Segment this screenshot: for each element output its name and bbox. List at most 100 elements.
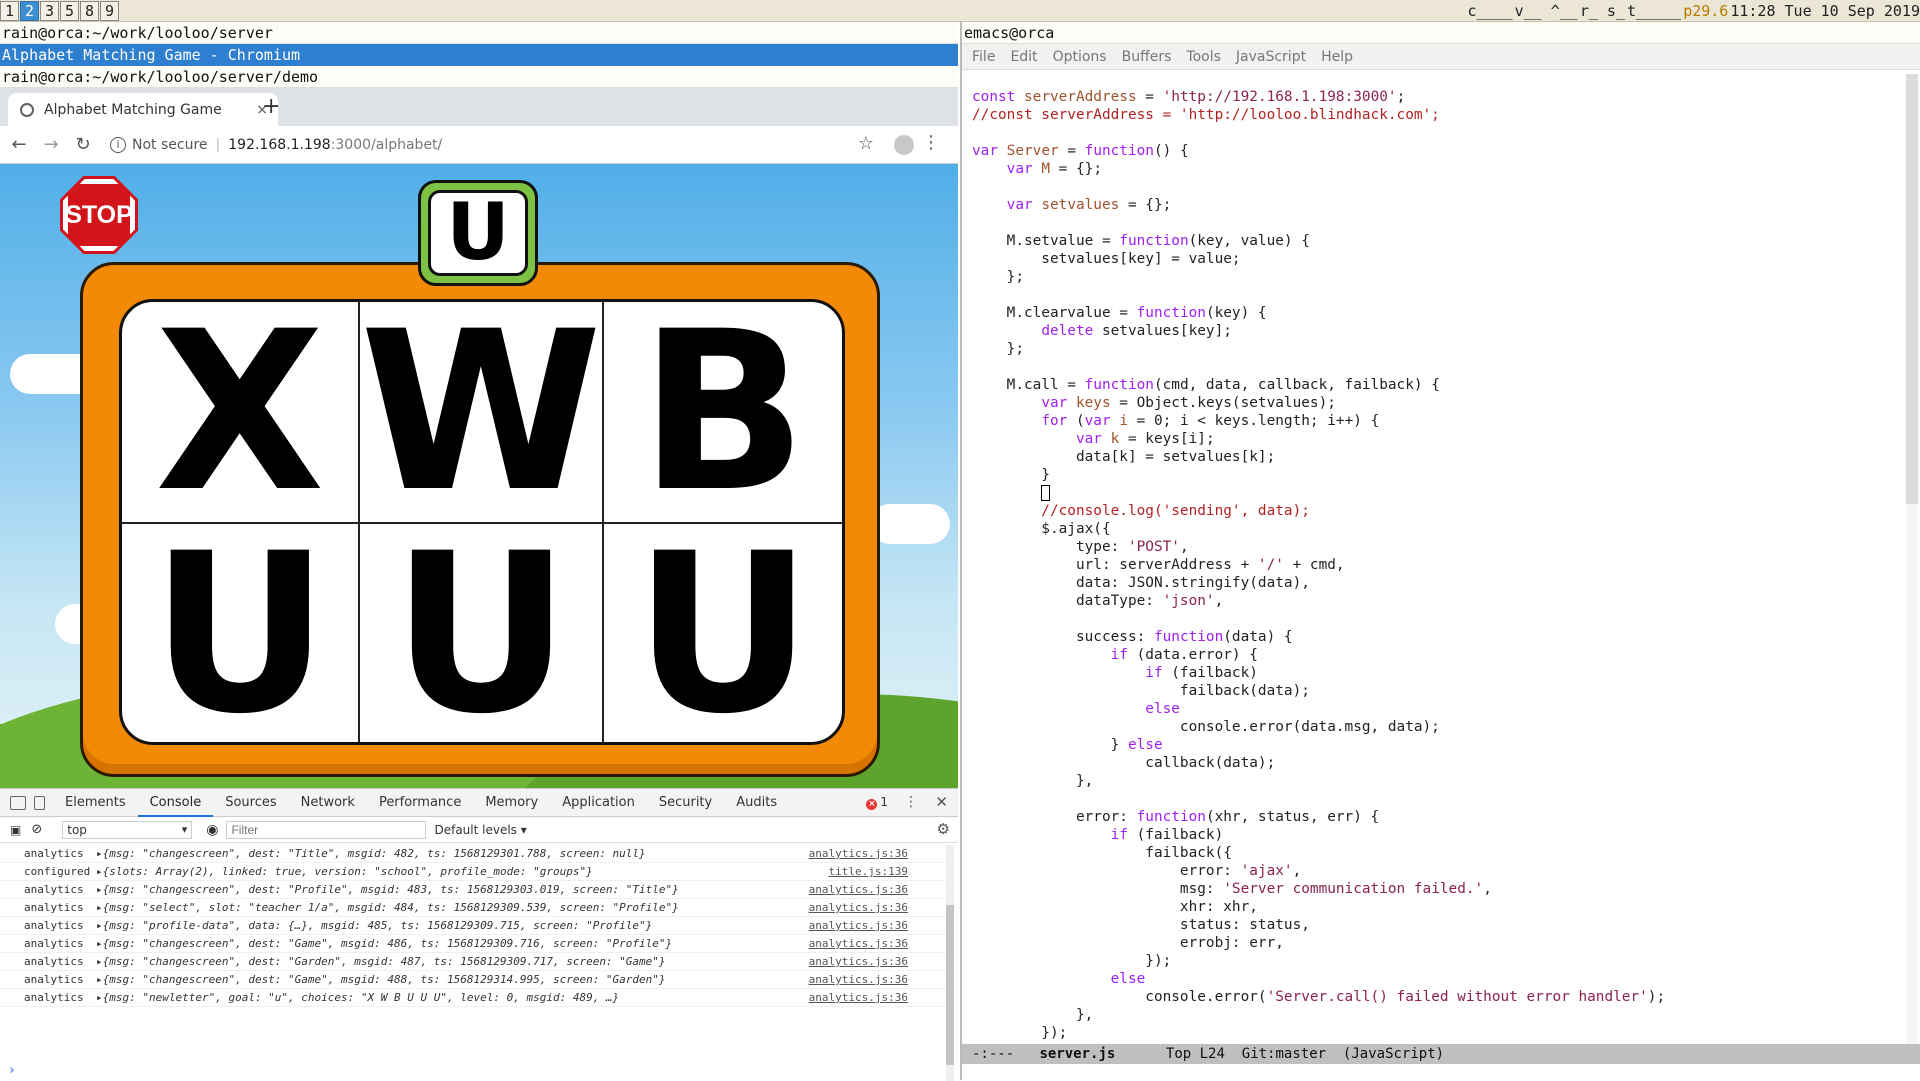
code-line[interactable] — [972, 178, 1902, 196]
letter-cell[interactable]: B — [604, 302, 842, 524]
code-line[interactable]: status: status, — [972, 916, 1902, 934]
console-log-row[interactable]: analytics ▸{msg: "select", slot: "teacher… — [0, 899, 946, 917]
code-line[interactable]: errobj: err, — [972, 934, 1902, 952]
not-secure-label[interactable]: Not secure — [132, 137, 208, 153]
devtools-tab-performance[interactable]: Performance — [367, 789, 473, 817]
code-line[interactable]: console.error('Server.call() failed with… — [972, 988, 1902, 1006]
devtools-tab-console[interactable]: Console — [137, 789, 214, 817]
devtools-tab-network[interactable]: Network — [289, 789, 367, 817]
profile-avatar-icon[interactable] — [894, 135, 914, 155]
code-line[interactable]: }); — [972, 952, 1902, 970]
emacs-menu-help[interactable]: Help — [1321, 49, 1353, 65]
browser-menu-icon[interactable]: ⋮ — [922, 132, 940, 153]
code-line[interactable]: if (failback) — [972, 664, 1902, 682]
log-levels-dropdown[interactable]: Default levels ▾ — [434, 823, 526, 837]
code-editor[interactable]: const serverAddress = 'http://192.168.1.… — [972, 88, 1902, 1048]
stop-button[interactable]: STOP — [60, 176, 138, 254]
workspace-button-9[interactable]: 9 — [100, 1, 119, 21]
code-line[interactable]: setvalues[key] = value; — [972, 250, 1902, 268]
code-line[interactable]: success: function(data) { — [972, 628, 1902, 646]
code-line[interactable]: } — [972, 466, 1902, 484]
terminal-title-2[interactable]: rain@orca:~/work/looloo/server/demo — [0, 66, 958, 88]
console-prompt[interactable]: › — [8, 1063, 16, 1078]
context-selector[interactable]: top — [62, 820, 193, 839]
code-line[interactable]: //const serverAddress = 'http://looloo.b… — [972, 106, 1902, 124]
console-log-row[interactable]: configured ▸{slots: Array(2), linked: tru… — [0, 863, 946, 881]
code-line[interactable]: failback({ — [972, 844, 1902, 862]
code-line[interactable]: }; — [972, 268, 1902, 286]
terminal-title-1[interactable]: rain@orca:~/work/looloo/server — [0, 22, 958, 44]
log-file[interactable]: analytics.js:36 — [809, 845, 908, 862]
forward-icon[interactable]: → — [38, 134, 64, 155]
console-log-row[interactable]: analytics ▸{msg: "profile-data", data: {…… — [0, 917, 946, 935]
chromium-window-title[interactable]: Alphabet Matching Game - Chromium — [0, 44, 958, 66]
console-scrollbar[interactable] — [946, 845, 954, 1081]
code-line[interactable] — [972, 124, 1902, 142]
code-line[interactable] — [972, 790, 1902, 808]
code-line[interactable]: else — [972, 700, 1902, 718]
code-line[interactable]: var k = keys[i]; — [972, 430, 1902, 448]
live-expression-eye-icon[interactable]: ◉ — [206, 822, 218, 838]
code-line[interactable] — [972, 286, 1902, 304]
code-line[interactable]: $.ajax({ — [972, 520, 1902, 538]
code-line[interactable]: M.clearvalue = function(key) { — [972, 304, 1902, 322]
code-line[interactable]: if (failback) — [972, 826, 1902, 844]
code-line[interactable]: }, — [972, 772, 1902, 790]
console-log-row[interactable]: analytics ▸{msg: "changescreen", dest: "T… — [0, 845, 946, 863]
scrollbar-thumb[interactable] — [1906, 74, 1918, 504]
letter-cell[interactable]: U — [360, 524, 605, 742]
code-line[interactable]: msg: 'Server communication failed.', — [972, 880, 1902, 898]
log-file[interactable]: analytics.js:36 — [809, 917, 908, 934]
emacs-title[interactable]: emacs@orca — [962, 22, 1920, 44]
workspace-button-3[interactable]: 3 — [40, 1, 59, 21]
devtools-tab-memory[interactable]: Memory — [473, 789, 550, 817]
code-line[interactable]: var Server = function() { — [972, 142, 1902, 160]
code-line[interactable]: var setvalues = {}; — [972, 196, 1902, 214]
code-line[interactable]: }, — [972, 1006, 1902, 1024]
code-line[interactable]: dataType: 'json', — [972, 592, 1902, 610]
letter-cell[interactable]: U — [604, 524, 842, 742]
code-line[interactable]: delete setvalues[key]; — [972, 322, 1902, 340]
devtools-tab-security[interactable]: Security — [647, 789, 724, 817]
code-line[interactable]: xhr: xhr, — [972, 898, 1902, 916]
devtools-menu-icon[interactable]: ⋮ — [904, 794, 918, 810]
code-line[interactable]: console.error(data.msg, data); — [972, 718, 1902, 736]
emacs-menu-file[interactable]: File — [972, 49, 995, 65]
console-log-row[interactable]: analytics ▸{msg: "changescreen", dest: "P… — [0, 881, 946, 899]
devtools-tab-audits[interactable]: Audits — [724, 789, 789, 817]
devtools-tab-elements[interactable]: Elements — [53, 789, 138, 817]
back-icon[interactable]: ← — [6, 134, 32, 155]
code-line[interactable]: if (data.error) { — [972, 646, 1902, 664]
log-file[interactable]: analytics.js:36 — [809, 971, 908, 988]
console-log-row[interactable]: analytics ▸{msg: "changescreen", dest: "G… — [0, 971, 946, 989]
devtools-tab-application[interactable]: Application — [550, 789, 647, 817]
emacs-menu-buffers[interactable]: Buffers — [1122, 49, 1172, 65]
console-log-row[interactable]: analytics ▸{msg: "changescreen", dest: "G… — [0, 953, 946, 971]
code-line[interactable]: error: 'ajax', — [972, 862, 1902, 880]
code-line[interactable]: const serverAddress = 'http://192.168.1.… — [972, 88, 1902, 106]
code-line[interactable]: }; — [972, 340, 1902, 358]
code-line[interactable]: }); — [972, 1024, 1902, 1042]
code-line[interactable]: //console.log('sending', data); — [972, 502, 1902, 520]
code-line[interactable]: callback(data); — [972, 754, 1902, 772]
console-log-row[interactable]: analytics ▸{msg: "changescreen", dest: "G… — [0, 935, 946, 953]
letter-cell[interactable]: X — [122, 302, 360, 524]
reload-icon[interactable]: ↻ — [70, 134, 96, 155]
emacs-menu-options[interactable]: Options — [1053, 49, 1107, 65]
code-line[interactable]: type: 'POST', — [972, 538, 1902, 556]
clear-console-icon[interactable]: ⊘ — [31, 822, 42, 837]
code-line[interactable] — [972, 484, 1902, 502]
log-file[interactable]: analytics.js:36 — [809, 989, 908, 1006]
letter-cell[interactable]: W — [359, 302, 605, 524]
scrollbar-thumb[interactable] — [946, 905, 954, 1065]
editor-scrollbar[interactable] — [1906, 74, 1918, 1044]
log-file[interactable]: analytics.js:36 — [809, 881, 908, 898]
url-field[interactable]: 192.168.1.198:3000/alphabet/ — [228, 137, 442, 153]
code-line[interactable]: else — [972, 970, 1902, 988]
new-tab-button[interactable]: + — [262, 94, 280, 119]
code-line[interactable]: M.setvalue = function(key, value) { — [972, 232, 1902, 250]
log-file[interactable]: analytics.js:36 — [809, 899, 908, 916]
code-line[interactable]: var M = {}; — [972, 160, 1902, 178]
code-line[interactable]: data: JSON.stringify(data), — [972, 574, 1902, 592]
log-file[interactable]: analytics.js:36 — [809, 953, 908, 970]
